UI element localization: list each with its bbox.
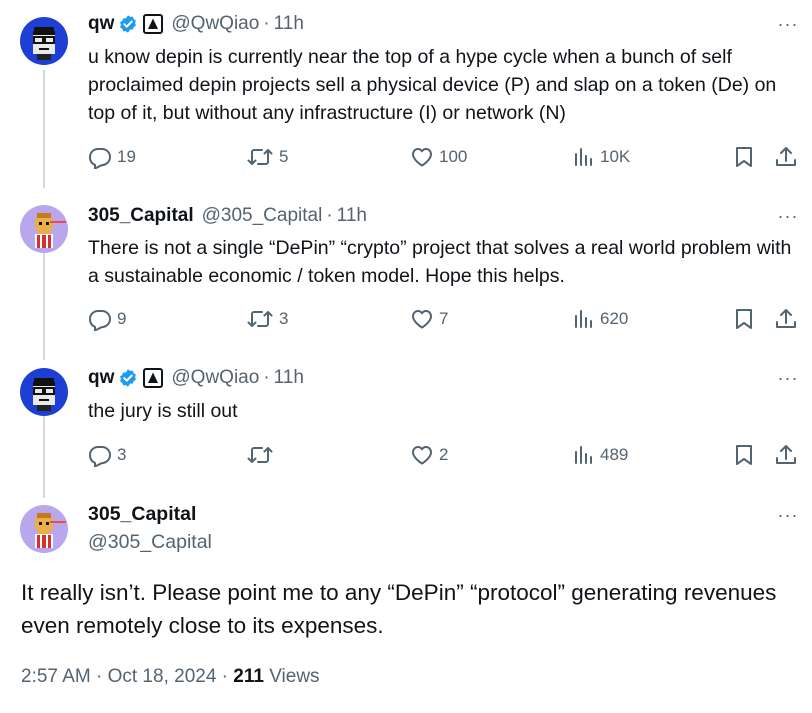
- bookmark-button[interactable]: [733, 441, 755, 469]
- more-icon[interactable]: ···: [778, 206, 798, 226]
- bookmark-icon: [736, 445, 752, 465]
- like-count: 100: [439, 147, 468, 166]
- author-handle[interactable]: @305_Capital: [202, 205, 323, 227]
- repost-count: 3: [279, 309, 289, 328]
- reply-button[interactable]: 3: [88, 441, 126, 469]
- reply-icon: [89, 446, 111, 467]
- action-bar: 19 5 100 10K: [88, 143, 800, 171]
- reply-icon: [89, 310, 111, 331]
- tweet-text: u know depin is currently near the top o…: [88, 46, 777, 124]
- affiliate-logo-icon[interactable]: [143, 14, 164, 34]
- affiliate-logo-icon[interactable]: [143, 368, 164, 388]
- author-handle[interactable]: @QwQiao: [171, 13, 259, 35]
- tweet-header: qw @QwQiao · 11h: [88, 12, 304, 36]
- reply-count: 19: [117, 147, 136, 166]
- views-icon: [575, 148, 592, 166]
- views-count: 489: [600, 445, 629, 464]
- like-icon: [412, 446, 432, 465]
- repost-icon: [247, 311, 273, 327]
- avatar[interactable]: [20, 17, 68, 65]
- more-icon[interactable]: ···: [778, 505, 798, 525]
- author-handle[interactable]: @QwQiao: [171, 367, 259, 389]
- like-button[interactable]: 2: [410, 441, 448, 469]
- author-name[interactable]: 305_Capital: [88, 205, 194, 227]
- author-handle[interactable]: @305_Capital: [88, 531, 212, 554]
- more-icon[interactable]: ···: [778, 368, 798, 388]
- thread-line: [43, 70, 45, 188]
- share-button[interactable]: [774, 143, 798, 171]
- reply-icon: [89, 148, 111, 169]
- separator: ·: [263, 13, 270, 34]
- action-bar: 3 2 489: [88, 441, 800, 469]
- share-icon: [776, 147, 796, 166]
- timestamp[interactable]: 2:57 AM · Oct 18, 2024 ·: [21, 666, 233, 687]
- bookmark-button[interactable]: [733, 305, 755, 333]
- repost-count: 5: [279, 147, 289, 166]
- repost-button[interactable]: 5: [246, 143, 288, 171]
- share-icon: [776, 309, 796, 328]
- views-count: 620: [600, 309, 629, 328]
- avatar[interactable]: [20, 205, 68, 253]
- like-count: 7: [439, 309, 449, 328]
- like-count: 2: [439, 445, 449, 464]
- more-icon[interactable]: ···: [778, 14, 798, 34]
- author-name[interactable]: 305_Capital: [88, 503, 196, 526]
- views-button[interactable]: 10K: [573, 143, 630, 171]
- share-icon: [776, 445, 796, 464]
- verified-badge-icon: [118, 14, 138, 34]
- timestamp[interactable]: 11h: [337, 205, 367, 227]
- reply-count: 3: [117, 445, 127, 464]
- bookmark-icon: [736, 147, 752, 167]
- tweet-text: There is not a single “DePin” “crypto” p…: [88, 237, 792, 287]
- verified-badge-icon: [118, 368, 138, 388]
- bookmark-button[interactable]: [733, 143, 755, 171]
- author-name[interactable]: qw: [88, 367, 114, 389]
- thread-line: [43, 408, 45, 498]
- like-icon: [412, 310, 432, 329]
- separator: ·: [326, 205, 333, 226]
- timestamp[interactable]: 11h: [274, 367, 304, 389]
- reply-count: 9: [117, 309, 127, 328]
- avatar[interactable]: [20, 505, 68, 553]
- repost-button[interactable]: [246, 441, 279, 469]
- views-button[interactable]: 489: [573, 441, 628, 469]
- like-icon: [412, 148, 432, 167]
- separator: ·: [263, 367, 270, 388]
- thread-line: [43, 242, 45, 360]
- share-button[interactable]: [774, 441, 798, 469]
- tweet-header: qw @QwQiao · 11h: [88, 366, 304, 390]
- repost-button[interactable]: 3: [246, 305, 288, 333]
- like-button[interactable]: 100: [410, 143, 467, 171]
- views-label: Views: [263, 666, 320, 687]
- tweet-meta: 2:57 AM · Oct 18, 2024 · 211 Views: [21, 666, 320, 688]
- tweet-header: 305_Capital @305_Capital · 11h: [88, 204, 367, 228]
- repost-icon: [247, 149, 273, 165]
- views-count: 10K: [600, 147, 631, 166]
- views-icon: [575, 310, 592, 328]
- reply-button[interactable]: 9: [88, 305, 126, 333]
- repost-icon: [247, 447, 273, 463]
- bookmark-icon: [736, 309, 752, 329]
- reply-button[interactable]: 19: [88, 143, 136, 171]
- timestamp[interactable]: 11h: [274, 13, 304, 35]
- author-name[interactable]: qw: [88, 13, 114, 35]
- avatar[interactable]: [20, 368, 68, 416]
- main-tweet-text: It really isn’t. Please point me to any …: [21, 580, 777, 638]
- action-bar: 9 3 7 620: [88, 305, 800, 333]
- views-icon: [575, 446, 592, 464]
- like-button[interactable]: 7: [410, 305, 448, 333]
- tweet-text: the jury is still out: [88, 400, 238, 422]
- views-button[interactable]: 620: [573, 305, 628, 333]
- share-button[interactable]: [774, 305, 798, 333]
- views-count: 211: [233, 666, 264, 687]
